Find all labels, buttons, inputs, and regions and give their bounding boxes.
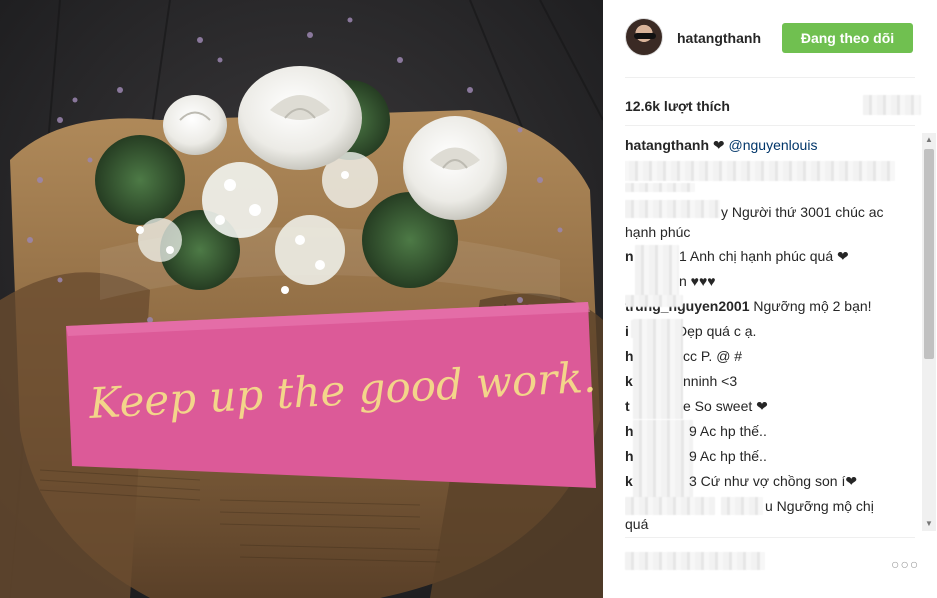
blurred-text [625, 161, 895, 181]
scroll-down-icon[interactable]: ▼ [922, 517, 936, 531]
list-item: Đẹp quá c ạ. [677, 323, 757, 339]
post-sidebar: hatangthanh Đang theo dõi 12.6k lượt thí… [603, 0, 937, 598]
comment-list[interactable]: hatangthanh ❤ @nguyenlouis y Người thứ 3… [625, 133, 915, 533]
list-item: quá [625, 516, 649, 532]
scroll-up-icon[interactable]: ▲ [922, 133, 936, 147]
heart-icon: ❤ [712, 137, 725, 153]
bouquet-image: Graphics Collection [0, 0, 603, 598]
scroll-thumb[interactable] [924, 149, 934, 359]
pink-card: Keep up the good work. [66, 302, 597, 488]
list-item: n ♥♥♥ [679, 273, 716, 289]
list-item: cc P. @ # [683, 348, 743, 364]
blurred-username [625, 200, 720, 218]
header-divider [625, 77, 915, 78]
avatar[interactable] [625, 18, 663, 56]
comment-scrollbar[interactable]: ▲ ▼ [922, 133, 936, 531]
blurred-username [625, 295, 683, 307]
list-item: k [625, 473, 633, 489]
post-header: hatangthanh Đang theo dõi [625, 16, 915, 62]
list-item: u Ngưỡng mộ chị [765, 498, 874, 514]
list-item: 9 Ac hp thế.. [689, 423, 767, 439]
list-item: 1 Anh chị hạnh phúc quá ❤ [679, 248, 849, 264]
blurred-text [625, 183, 695, 192]
blurred-username [633, 319, 683, 419]
likes-divider [625, 125, 915, 126]
footer-divider [625, 537, 915, 538]
list-item: 9 Ac hp thế.. [689, 448, 767, 464]
caption: hatangthanh ❤ @nguyenlouis [625, 136, 817, 154]
comment-input[interactable] [625, 552, 765, 570]
ellipsis-icon[interactable]: ○○○ [891, 556, 919, 572]
blurred-date [863, 95, 921, 115]
likes-count[interactable]: 12.6k lượt thích [625, 98, 730, 114]
profile-username[interactable]: hatangthanh [677, 30, 761, 46]
list-item: n [625, 248, 634, 264]
caption-mention[interactable]: @nguyenlouis [729, 137, 818, 153]
list-item: i [625, 323, 629, 339]
caption-username[interactable]: hatangthanh [625, 137, 709, 153]
following-button[interactable]: Đang theo dõi [782, 23, 913, 53]
list-item: t [625, 398, 630, 414]
list-item: hạnh phúc [625, 224, 691, 240]
post-photo: Graphics Collection [0, 0, 603, 598]
list-item: y Người thứ 3001 chúc ac [721, 204, 884, 220]
blurred-username [625, 497, 715, 515]
blurred-username [721, 497, 763, 515]
list-item: e So sweet ❤ [683, 398, 768, 414]
list-item: h [625, 448, 634, 464]
blurred-username [635, 245, 679, 299]
list-item: nninh <3 [683, 373, 738, 389]
list-item: 3 Cứ như vợ chồng son í❤ [689, 473, 858, 489]
list-item: k [625, 373, 633, 389]
